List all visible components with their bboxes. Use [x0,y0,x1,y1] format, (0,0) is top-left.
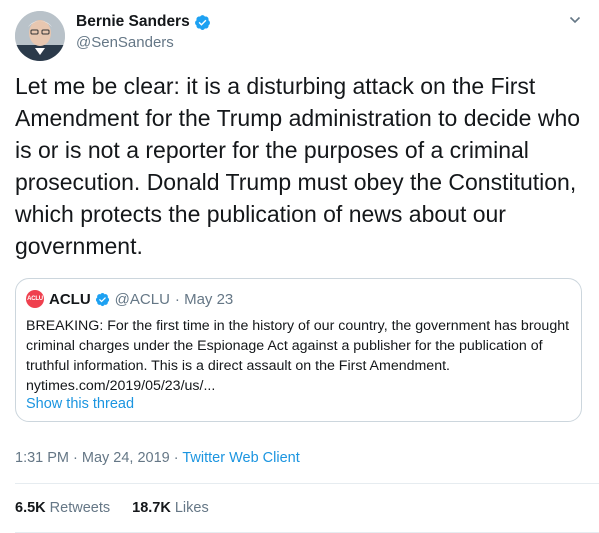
aclu-logo: ACLU [26,290,44,308]
tweet-client-link[interactable]: Twitter Web Client [182,450,299,466]
likes-label: Likes [174,500,209,516]
verified-badge-icon [95,292,109,306]
chevron-down-icon[interactable] [569,14,581,26]
retweets-count: 6.5K [15,500,46,516]
verified-badge-icon [194,14,210,30]
tweet-meta: 1:31 PM · May 24, 2019 · Twitter Web Cli… [15,450,300,466]
author-name-row[interactable]: Bernie Sanders [76,13,211,31]
quoted-date: · May 23 [174,290,234,308]
avatar[interactable] [15,11,65,61]
author-handle[interactable]: @SenSanders [76,34,174,51]
tweet-stats: 6.5K Retweets 18.7K Likes [15,500,231,516]
retweets-label: Retweets [49,500,111,516]
retweets-stat[interactable]: 6.5K Retweets [15,500,110,516]
avatar-image [15,11,65,61]
divider [15,483,599,484]
likes-stat[interactable]: 18.7K Likes [132,500,209,516]
likes-count: 18.7K [132,500,171,516]
quoted-tweet[interactable]: ACLU ACLU @ACLU · May 23 BREAKING: For t… [15,278,582,422]
tweet-card: Bernie Sanders @SenSanders Let me be cle… [0,0,599,533]
show-thread-link[interactable]: Show this thread [26,396,134,412]
quoted-tweet-text: BREAKING: For the first time in the hist… [26,318,570,394]
quoted-author-name: ACLU [49,290,91,308]
quoted-author-handle: @ACLU [114,290,170,308]
tweet-timestamp[interactable]: 1:31 PM · May 24, 2019 · [15,450,182,466]
quoted-tweet-header: ACLU ACLU @ACLU · May 23 [26,290,233,308]
author-name[interactable]: Bernie Sanders [76,13,190,31]
tweet-text: Let me be clear: it is a disturbing atta… [15,73,581,259]
